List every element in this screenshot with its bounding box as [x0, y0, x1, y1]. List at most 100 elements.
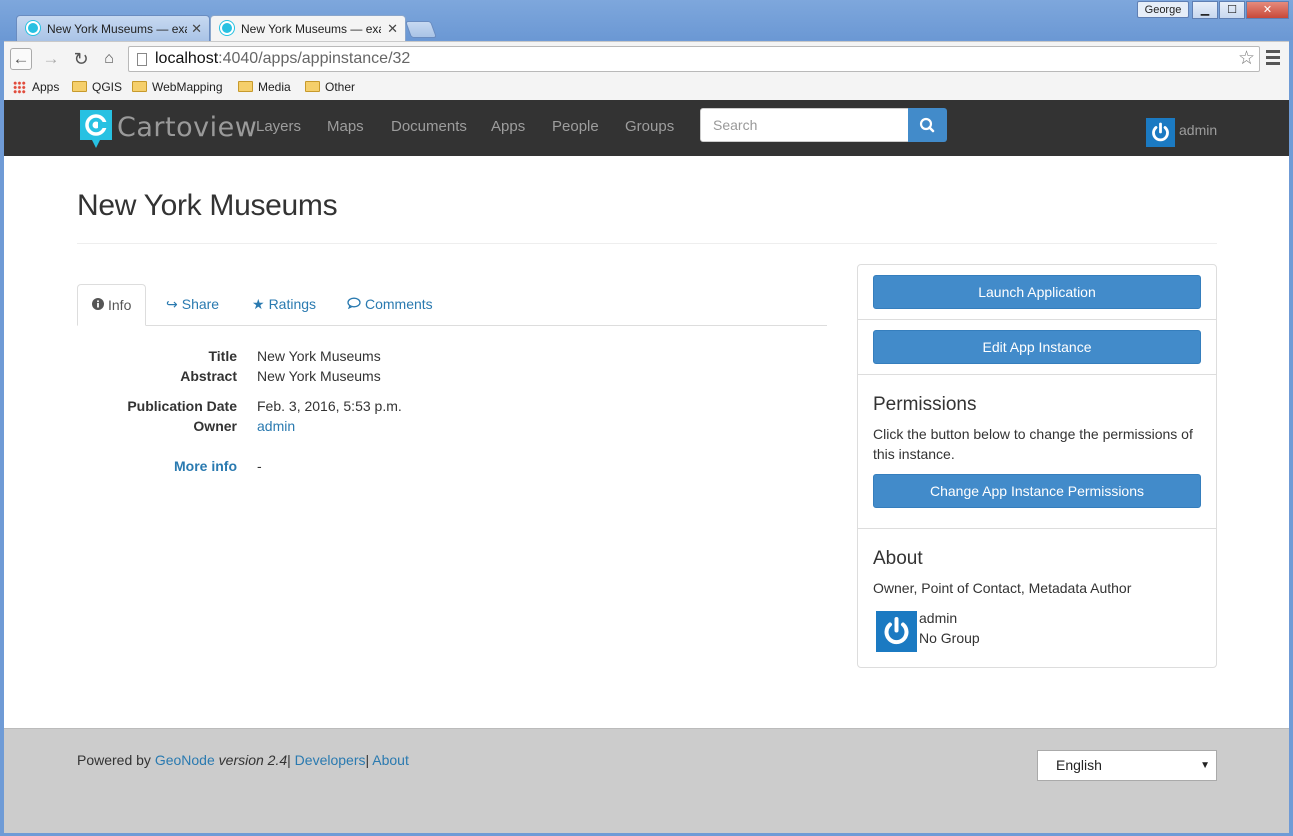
- nav-apps[interactable]: Apps: [491, 118, 525, 135]
- divider: [77, 243, 1217, 244]
- cartoview-favicon-icon: [220, 21, 234, 35]
- browser-toolbar: ← → ↻ ⌂ localhost:4040/apps/appinstance/…: [4, 41, 1289, 75]
- close-tab-icon[interactable]: ✕: [387, 16, 398, 41]
- about-roles: Owner, Point of Contact, Metadata Author: [873, 580, 1132, 596]
- bookmark-label: Other: [325, 80, 356, 94]
- language-value: English: [1056, 757, 1102, 773]
- folder-icon: [238, 81, 253, 92]
- owner-link[interactable]: admin: [257, 418, 295, 434]
- edit-app-instance-button[interactable]: Edit App Instance: [873, 330, 1201, 364]
- divider: [858, 319, 1216, 320]
- abstract-value: New York Museums: [257, 368, 381, 384]
- info-circle-icon: [92, 285, 104, 325]
- maximize-icon[interactable]: ☐: [1219, 1, 1245, 19]
- bookmark-media[interactable]: Media: [238, 78, 291, 96]
- bookmark-label: WebMapping: [152, 80, 223, 94]
- search-button[interactable]: [908, 108, 947, 142]
- actions-panel: Launch Application Edit App Instance Per…: [857, 264, 1217, 668]
- search-icon: [919, 117, 935, 133]
- title-label: Title: [208, 348, 237, 364]
- divider: [858, 528, 1216, 529]
- bookmark-other[interactable]: Other: [305, 78, 355, 96]
- publication-date-label: Publication Date: [127, 398, 237, 414]
- bookmark-star-icon[interactable]: ☆: [1238, 47, 1255, 71]
- folder-icon: [72, 81, 87, 92]
- reload-icon[interactable]: ↻: [70, 48, 92, 70]
- footer: Powered by GeoNode version 2.4| Develope…: [4, 728, 1289, 833]
- brand-name: Cartoview: [117, 112, 258, 143]
- launch-application-button[interactable]: Launch Application: [873, 275, 1201, 309]
- address-bar[interactable]: localhost:4040/apps/appinstance/32 ☆: [128, 46, 1260, 72]
- cartoview-logo-icon: [80, 110, 112, 148]
- tab-label: Share: [181, 296, 220, 312]
- tab-ratings[interactable]: ★ Ratings: [238, 284, 330, 326]
- minimize-icon[interactable]: ▁: [1192, 1, 1218, 19]
- change-permissions-button[interactable]: Change App Instance Permissions: [873, 474, 1201, 508]
- separator: |: [287, 752, 291, 768]
- about-user-link[interactable]: admin: [919, 608, 957, 628]
- url-path: :4040/apps/appinstance/32: [218, 50, 411, 67]
- publication-date-value: Feb. 3, 2016, 5:53 p.m.: [257, 398, 402, 414]
- bookmark-webmapping[interactable]: WebMapping: [132, 78, 223, 96]
- forward-arrow-icon[interactable]: →: [40, 48, 62, 70]
- site-navbar: Cartoview Layers Maps Documents Apps Peo…: [4, 100, 1289, 156]
- tab-share[interactable]: ↪ Share: [152, 284, 233, 326]
- about-title: About: [873, 548, 923, 569]
- developers-link[interactable]: Developers: [295, 752, 366, 768]
- nav-layers[interactable]: Layers: [256, 118, 301, 135]
- profile-chip[interactable]: George: [1137, 1, 1189, 18]
- nav-maps[interactable]: Maps: [327, 118, 364, 135]
- about-group: No Group: [919, 630, 980, 646]
- permissions-text: Click the button below to change the per…: [873, 426, 1193, 462]
- back-arrow-icon[interactable]: ←: [10, 48, 32, 70]
- version-text: version 2.4: [218, 752, 288, 768]
- tab-label: Ratings: [268, 296, 317, 312]
- browser-window: New York Museums — exa ✕ New York Museum…: [0, 0, 1293, 836]
- nav-groups[interactable]: Groups: [625, 118, 674, 135]
- new-tab-button[interactable]: [404, 21, 438, 38]
- browser-tab-2[interactable]: New York Museums — exa ✕: [210, 15, 406, 41]
- search-input[interactable]: Search: [700, 108, 909, 142]
- home-icon[interactable]: ⌂: [98, 48, 120, 70]
- tab-comments[interactable]: Comments: [333, 284, 447, 326]
- language-select[interactable]: English ▼: [1037, 750, 1217, 781]
- tab-label: Comments: [365, 296, 433, 312]
- username: admin: [1179, 122, 1218, 138]
- browser-tab-1[interactable]: New York Museums — exa ✕: [16, 15, 210, 41]
- bookmark-label: Media: [258, 80, 291, 94]
- abstract-label: Abstract: [180, 368, 237, 384]
- window-close-icon[interactable]: ✕: [1246, 1, 1289, 19]
- avatar: [876, 611, 917, 652]
- title-value: New York Museums: [257, 348, 381, 364]
- permissions-title: Permissions: [873, 394, 977, 415]
- share-icon: ↪: [166, 296, 178, 312]
- footer-credits: Powered by GeoNode version 2.4| Develope…: [77, 752, 409, 768]
- tab-info[interactable]: Info: [77, 284, 147, 326]
- avatar: [1146, 118, 1175, 147]
- about-link[interactable]: About: [372, 752, 409, 768]
- tab-title: New York Museums — exa: [47, 22, 187, 36]
- caret-down-icon: ▼: [1200, 760, 1210, 771]
- geonode-link[interactable]: GeoNode: [155, 752, 215, 768]
- nav-people[interactable]: People: [552, 118, 599, 135]
- apps-grid-icon: [13, 81, 26, 94]
- bookmark-qgis[interactable]: QGIS: [72, 78, 122, 96]
- brand-logo[interactable]: Cartoview: [80, 108, 257, 150]
- separator: |: [365, 752, 370, 768]
- page-icon: [137, 53, 147, 66]
- divider: [858, 374, 1216, 375]
- tab-title: New York Museums — exa: [241, 22, 381, 36]
- nav-documents[interactable]: Documents: [391, 118, 467, 135]
- bookmark-label: QGIS: [92, 80, 123, 94]
- tab-label: Info: [108, 297, 132, 313]
- folder-icon: [132, 81, 147, 92]
- owner-label: Owner: [193, 418, 237, 434]
- title-bar: New York Museums — exa ✕ New York Museum…: [0, 0, 1293, 41]
- folder-icon: [305, 81, 320, 92]
- close-tab-icon[interactable]: ✕: [191, 16, 202, 41]
- menu-icon[interactable]: [1266, 50, 1280, 68]
- more-info-link[interactable]: More info: [77, 458, 237, 474]
- powered-by-text: Powered by: [77, 752, 151, 768]
- resource-tabs: Info ↪ Share ★ Ratings Comments: [77, 284, 827, 326]
- bookmark-apps[interactable]: Apps: [12, 78, 59, 96]
